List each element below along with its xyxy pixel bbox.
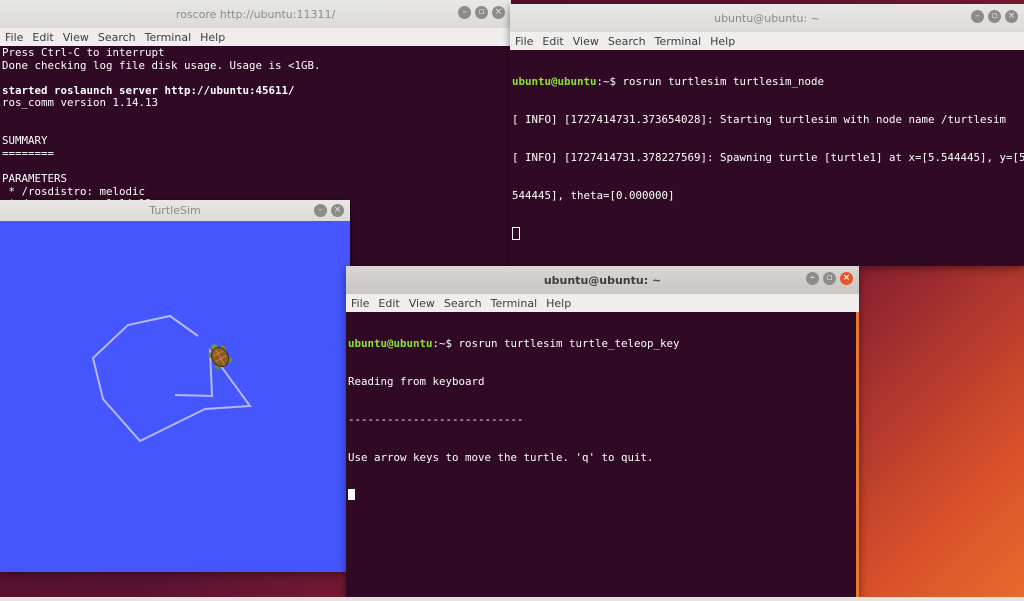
menu-help[interactable]: Help — [710, 35, 735, 48]
menu-edit[interactable]: Edit — [542, 35, 563, 48]
prompt-line: ubuntu@ubuntu:~$ rosrun turtlesim turtle… — [348, 337, 857, 351]
scrollbar[interactable] — [856, 312, 859, 601]
node-terminal-output[interactable]: ubuntu@ubuntu:~$ rosrun turtlesim turtle… — [510, 50, 1024, 266]
node-titlebar[interactable]: ubuntu@ubuntu: ~ – ▫ × — [510, 4, 1024, 32]
prompt-user: ubuntu@ubuntu — [348, 337, 433, 351]
terminal-cursor — [512, 227, 520, 241]
output-line: --------------------------- — [348, 412, 524, 426]
turtle-canvas — [91, 314, 252, 443]
taskbar — [0, 597, 1024, 601]
roscore-menubar: File Edit View Search Terminal Help — [0, 28, 511, 46]
teleop-menubar: File Edit View Search Terminal Help — [346, 294, 859, 312]
menu-edit[interactable]: Edit — [378, 297, 399, 310]
prompt-path: :~$ — [432, 337, 459, 351]
menu-search[interactable]: Search — [98, 31, 136, 44]
menu-file[interactable]: File — [515, 35, 533, 48]
output-line: [ INFO] [1727414731.378227569]: Spawning… — [512, 150, 1024, 164]
menu-terminal[interactable]: Terminal — [655, 35, 702, 48]
node-menubar: File Edit View Search Terminal Help — [510, 32, 1024, 50]
turtle-path — [91, 314, 252, 443]
menu-file[interactable]: File — [5, 31, 23, 44]
turtlesim-window[interactable]: TurtleSim – × — [0, 200, 350, 572]
terminal-cursor — [348, 489, 355, 501]
maximize-icon[interactable]: ▫ — [475, 6, 488, 19]
turtlesim-title: TurtleSim — [149, 204, 201, 217]
close-icon[interactable]: × — [492, 6, 505, 19]
turtlesim-node-window[interactable]: ubuntu@ubuntu: ~ – ▫ × File Edit View Se… — [510, 4, 1024, 266]
close-icon[interactable]: × — [331, 204, 344, 217]
maximize-icon[interactable]: ▫ — [823, 272, 836, 285]
minimize-icon[interactable]: – — [458, 6, 471, 19]
command-text: rosrun turtlesim turtle_teleop_key — [458, 337, 680, 351]
roscore-title: roscore http://ubuntu:11311/ — [175, 7, 336, 21]
teleop-title: ubuntu@ubuntu: ~ — [543, 273, 662, 287]
close-icon[interactable]: × — [1005, 10, 1018, 23]
close-icon[interactable]: × — [840, 272, 853, 285]
node-title: ubuntu@ubuntu: ~ — [714, 11, 820, 25]
menu-help[interactable]: Help — [200, 31, 225, 44]
minimize-icon[interactable]: – — [314, 204, 327, 217]
roscore-titlebar[interactable]: roscore http://ubuntu:11311/ – ▫ × — [0, 0, 511, 28]
turtlesim-titlebar[interactable]: TurtleSim – × — [0, 200, 350, 221]
menu-terminal[interactable]: Terminal — [491, 297, 538, 310]
command-text: rosrun turtlesim turtlesim_node — [622, 75, 825, 89]
teleop-titlebar[interactable]: ubuntu@ubuntu: ~ – ▫ × — [346, 266, 859, 294]
output-line: PARAMETERS — [2, 171, 68, 185]
menu-view[interactable]: View — [63, 31, 89, 44]
menu-terminal[interactable]: Terminal — [145, 31, 192, 44]
menu-view[interactable]: View — [573, 35, 599, 48]
minimize-icon[interactable]: – — [971, 10, 984, 23]
prompt-user: ubuntu@ubuntu — [512, 75, 597, 89]
teleop-terminal-output[interactable]: ubuntu@ubuntu:~$ rosrun turtlesim turtle… — [346, 312, 859, 529]
menu-help[interactable]: Help — [546, 297, 571, 310]
minimize-icon[interactable]: – — [806, 272, 819, 285]
menu-view[interactable]: View — [409, 297, 435, 310]
output-line: Reading from keyboard — [348, 374, 485, 388]
prompt-line: ubuntu@ubuntu:~$ rosrun turtlesim turtle… — [512, 75, 1022, 89]
output-line: Done checking log file disk usage. Usage… — [2, 58, 321, 72]
output-line: 544445], theta=[0.000000] — [512, 188, 675, 202]
maximize-icon[interactable]: ▫ — [988, 10, 1001, 23]
output-line: Use arrow keys to move the turtle. 'q' t… — [348, 450, 654, 464]
roscore-terminal-output[interactable]: Press Ctrl-C to interrupt Done checking l… — [0, 46, 511, 212]
menu-edit[interactable]: Edit — [32, 31, 53, 44]
output-line: ======== — [2, 146, 55, 160]
output-line: ros_comm version 1.14.13 — [2, 96, 159, 110]
prompt-path: :~$ — [596, 75, 623, 89]
output-line: [ INFO] [1727414731.373654028]: Starting… — [512, 112, 1007, 126]
menu-search[interactable]: Search — [608, 35, 646, 48]
output-line: Press Ctrl-C to interrupt — [2, 46, 165, 59]
output-line: SUMMARY — [2, 134, 48, 148]
menu-search[interactable]: Search — [444, 297, 482, 310]
menu-file[interactable]: File — [351, 297, 369, 310]
turtle-icon — [208, 344, 233, 370]
teleop-window[interactable]: ubuntu@ubuntu: ~ – ▫ × File Edit View Se… — [346, 266, 859, 601]
